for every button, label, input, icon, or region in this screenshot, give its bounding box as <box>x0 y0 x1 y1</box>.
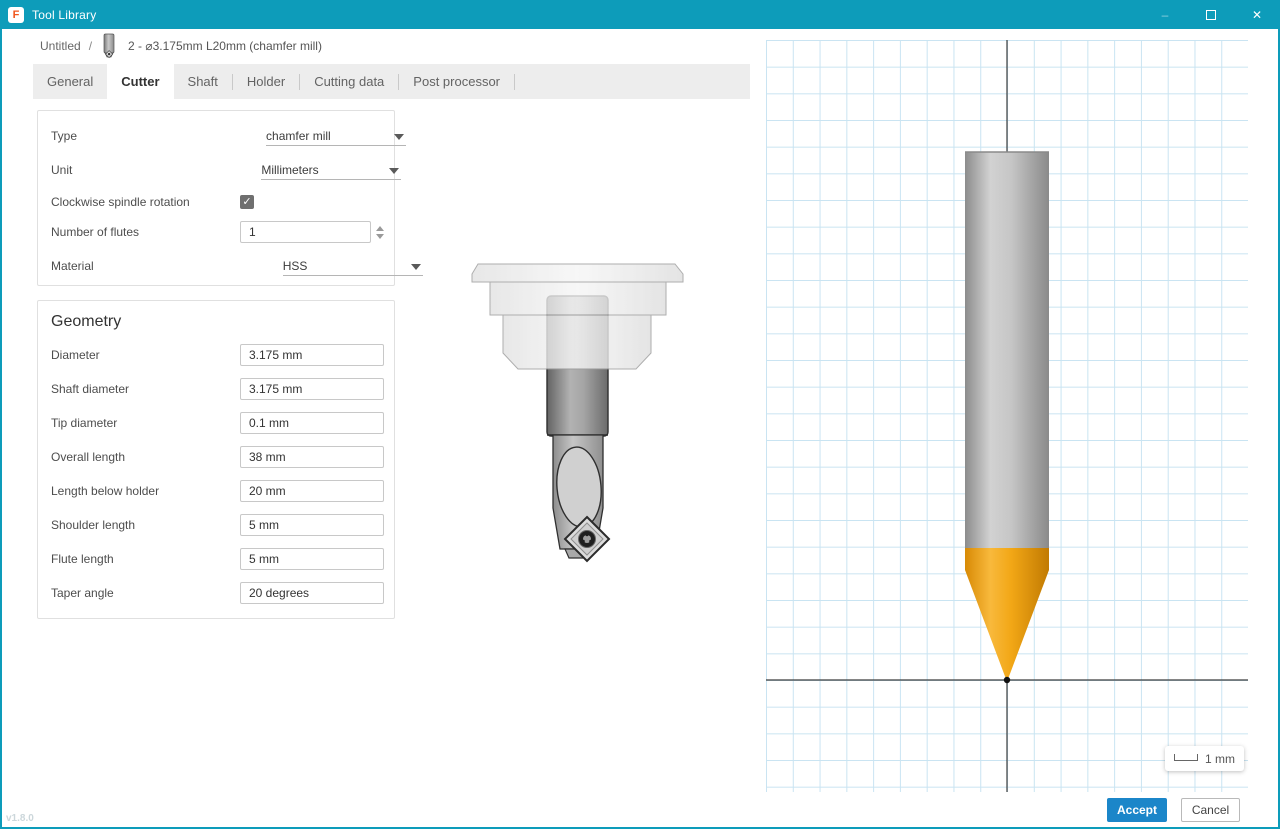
tab-cutting-data[interactable]: Cutting data <box>300 64 398 99</box>
clockwise-rotation-checkbox[interactable]: ✓ <box>240 195 254 209</box>
length-below-holder-input[interactable] <box>240 480 384 502</box>
taper-angle-label: Taper angle <box>51 586 114 600</box>
chevron-down-icon <box>389 168 400 174</box>
breadcrumb-separator: / <box>88 39 93 53</box>
version-label: v1.8.0 <box>6 813 34 824</box>
geometry-card: Geometry Diameter Shaft diameter Tip dia… <box>37 300 395 619</box>
tab-shaft[interactable]: Shaft <box>174 64 232 99</box>
diameter-label: Diameter <box>51 348 100 362</box>
shoulder-length-label: Shoulder length <box>51 518 136 532</box>
tool-preview-illustration <box>471 263 684 563</box>
maximize-button[interactable] <box>1188 0 1234 29</box>
type-value: chamfer mill <box>266 128 331 143</box>
material-value: HSS <box>282 258 308 273</box>
shaft-diameter-label: Shaft diameter <box>51 382 130 396</box>
overall-length-label: Overall length <box>51 450 126 464</box>
material-select[interactable]: HSS <box>282 256 423 276</box>
window-controls: – ✕ <box>1142 0 1280 29</box>
minimize-button[interactable]: – <box>1142 0 1188 29</box>
tab-holder[interactable]: Holder <box>233 64 299 99</box>
cancel-button[interactable]: Cancel <box>1181 798 1240 822</box>
viewport-canvas <box>766 40 1248 792</box>
tool-viewport[interactable]: 1 mm <box>766 40 1248 792</box>
type-select[interactable]: chamfer mill <box>266 126 407 146</box>
tip-diameter-label: Tip diameter <box>51 416 118 430</box>
overall-length-input[interactable] <box>240 446 384 468</box>
tab-cutter[interactable]: Cutter <box>107 64 174 99</box>
material-label: Material <box>51 259 94 273</box>
taper-angle-input[interactable] <box>240 582 384 604</box>
chevron-down-icon <box>394 134 405 140</box>
number-of-flutes-input[interactable] <box>240 221 371 243</box>
tab-general[interactable]: General <box>33 64 107 99</box>
tab-post-processor[interactable]: Post processor <box>399 64 514 99</box>
chevron-down-icon <box>410 264 421 270</box>
unit-label: Unit <box>51 163 73 177</box>
scale-value: 1 mm <box>1205 751 1235 766</box>
tool-thumbnail-icon <box>103 33 115 59</box>
tool-library-dialog: F Tool Library – ✕ Untitled / 2 - ⌀3.175… <box>0 0 1280 829</box>
breadcrumb-root[interactable]: Untitled <box>40 39 81 53</box>
accept-button[interactable]: Accept <box>1107 798 1167 822</box>
maximize-icon <box>1206 9 1216 20</box>
type-label: Type <box>51 129 78 143</box>
number-of-flutes-label: Number of flutes <box>51 225 140 239</box>
titlebar: F Tool Library – ✕ <box>0 0 1280 29</box>
shoulder-length-input[interactable] <box>240 514 384 536</box>
geometry-title: Geometry <box>51 313 122 330</box>
flutes-stepper[interactable] <box>376 225 384 239</box>
unit-value: Millimeters <box>261 162 319 177</box>
diameter-input[interactable] <box>240 344 384 366</box>
tab-divider <box>514 73 515 90</box>
clockwise-rotation-label: Clockwise spindle rotation <box>51 195 190 209</box>
scale-ruler-icon <box>1174 754 1198 761</box>
flute-length-input[interactable] <box>240 548 384 570</box>
window-title: Tool Library <box>32 7 97 22</box>
cutter-settings-card: Type chamfer mill Unit Millimeters Clock… <box>37 110 423 286</box>
length-below-holder-label: Length below holder <box>51 484 160 498</box>
tab-bar: General Cutter Shaft Holder Cutting data… <box>33 64 750 99</box>
close-button[interactable]: ✕ <box>1234 0 1280 29</box>
origin-point <box>1003 676 1011 684</box>
breadcrumb-current-tool: 2 - ⌀3.175mm L20mm (chamfer mill) <box>128 39 322 53</box>
tip-diameter-input[interactable] <box>240 412 384 434</box>
fusion-logo-icon: F <box>8 6 24 23</box>
chevron-down-icon <box>376 233 384 239</box>
shaft-diameter-input[interactable] <box>240 378 384 400</box>
unit-select[interactable]: Millimeters <box>261 160 402 180</box>
chevron-up-icon <box>376 225 384 231</box>
tool-render <box>965 151 1049 678</box>
scale-indicator: 1 mm <box>1165 746 1244 771</box>
breadcrumb: Untitled / 2 - ⌀3.175mm L20mm (chamfer m… <box>40 33 322 59</box>
flute-length-label: Flute length <box>51 552 114 566</box>
